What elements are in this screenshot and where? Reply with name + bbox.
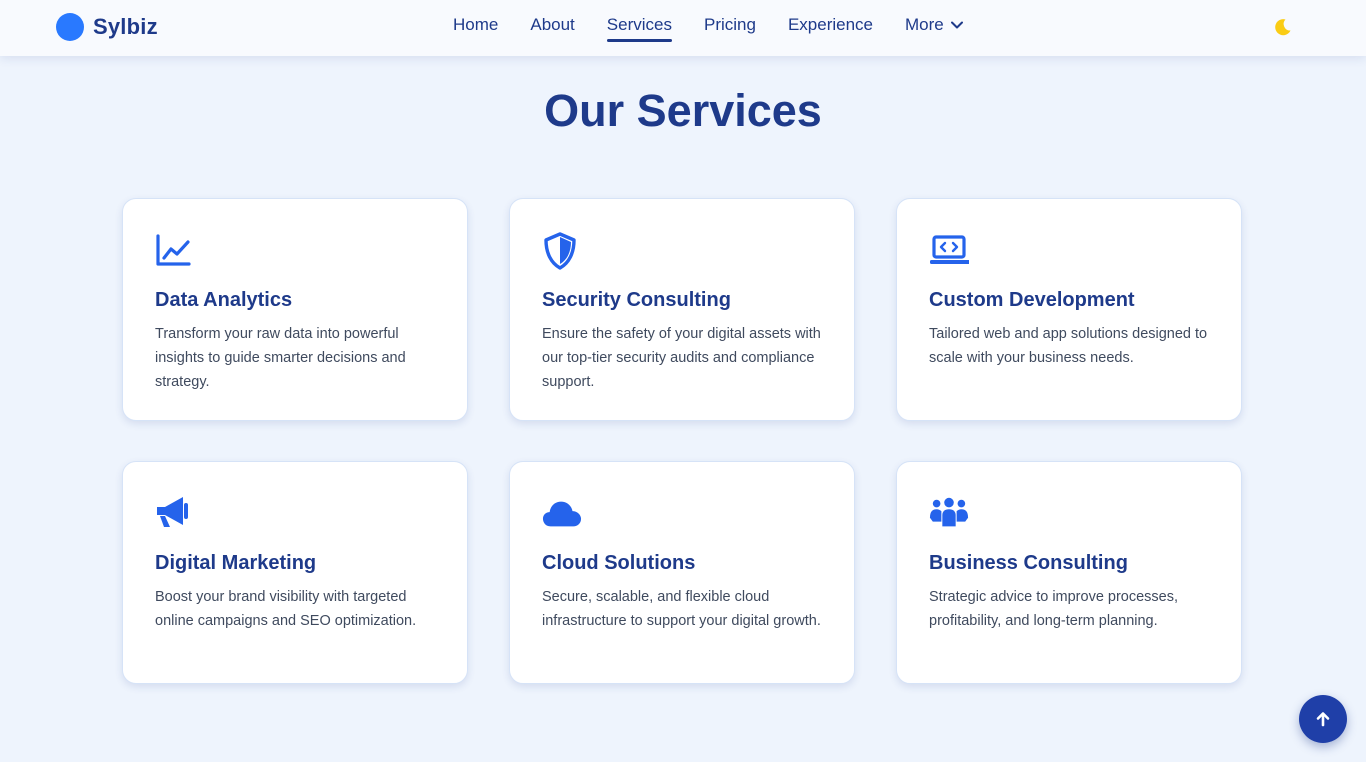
brand-logo[interactable]: Sylbiz bbox=[56, 13, 158, 41]
service-card-data-analytics[interactable]: Data Analytics Transform your raw data i… bbox=[122, 198, 468, 421]
scroll-to-top-button[interactable] bbox=[1299, 695, 1347, 743]
card-title: Security Consulting bbox=[542, 289, 731, 311]
card-description: Tailored web and app solutions designed … bbox=[929, 326, 1208, 366]
nav-more-dropdown[interactable]: More bbox=[905, 15, 963, 39]
main-nav: Home About Services Pricing Experience M… bbox=[453, 15, 995, 42]
service-card-business-consulting[interactable]: Business Consulting Strategic advice to … bbox=[896, 461, 1242, 684]
shield-icon bbox=[544, 232, 576, 270]
service-card-cloud-solutions[interactable]: Cloud Solutions Secure, scalable, and fl… bbox=[509, 461, 855, 684]
nav-link-services[interactable]: Services bbox=[606, 15, 673, 42]
card-description: Strategic advice to improve processes, p… bbox=[929, 589, 1179, 629]
card-description: Ensure the safety of your digital assets… bbox=[542, 326, 821, 390]
nav-link-pricing[interactable]: Pricing bbox=[704, 15, 756, 39]
nav-link-experience[interactable]: Experience bbox=[788, 15, 873, 39]
nav-link-about[interactable]: About bbox=[530, 15, 574, 39]
brand-dot-icon bbox=[56, 13, 84, 41]
card-title: Data Analytics bbox=[155, 289, 293, 311]
nav-link-home[interactable]: Home bbox=[453, 15, 498, 39]
nav-more-label: More bbox=[905, 15, 944, 34]
service-card-security-consulting[interactable]: Security Consulting Ensure the safety of… bbox=[509, 198, 855, 421]
page-title: Our Services bbox=[544, 85, 822, 136]
chevron-down-icon bbox=[950, 21, 963, 29]
users-icon bbox=[929, 497, 969, 527]
cloud-icon bbox=[542, 501, 582, 527]
card-title: Cloud Solutions bbox=[542, 552, 696, 574]
top-navbar: Sylbiz Home About Services Pricing Exper… bbox=[0, 0, 1366, 56]
card-description: Boost your brand visibility with targete… bbox=[155, 589, 417, 629]
chart-line-icon bbox=[156, 234, 191, 266]
card-description: Transform your raw data into powerful in… bbox=[155, 326, 406, 390]
card-title: Digital Marketing bbox=[155, 552, 317, 574]
card-description: Secure, scalable, and flexible cloud inf… bbox=[542, 589, 821, 629]
brand-name: Sylbiz bbox=[93, 14, 158, 39]
megaphone-icon bbox=[157, 497, 188, 527]
service-card-custom-development[interactable]: Custom Development Tailored web and app … bbox=[896, 198, 1242, 421]
card-title: Custom Development bbox=[929, 289, 1135, 311]
service-card-digital-marketing[interactable]: Digital Marketing Boost your brand visib… bbox=[122, 461, 468, 684]
laptop-code-icon bbox=[930, 235, 969, 264]
card-title: Business Consulting bbox=[929, 552, 1128, 574]
moon-icon[interactable] bbox=[1273, 17, 1293, 37]
arrow-up-icon bbox=[1316, 712, 1330, 727]
